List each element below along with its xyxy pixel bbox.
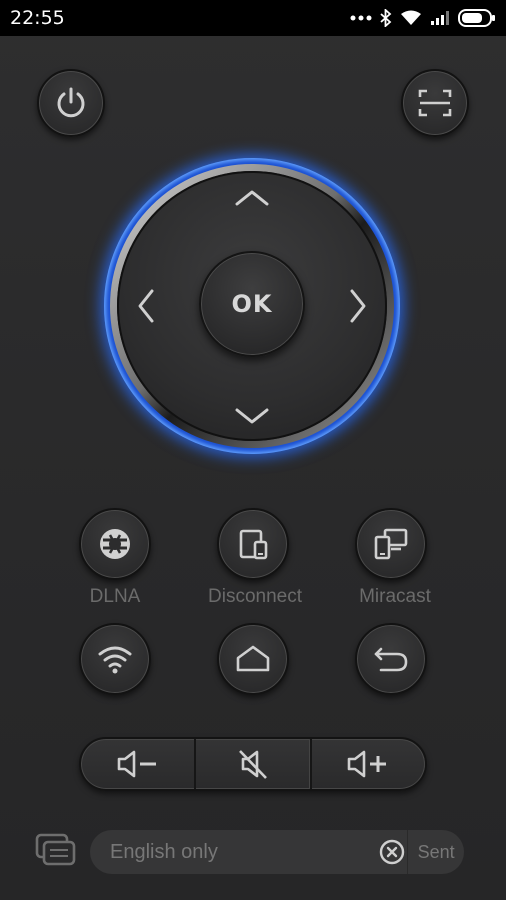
- signal-icon: [431, 11, 449, 25]
- power-button[interactable]: [37, 69, 105, 137]
- dpad-right-button[interactable]: [338, 276, 378, 336]
- text-input[interactable]: [90, 829, 377, 875]
- disconnect-icon: [239, 529, 268, 560]
- volume-up-button[interactable]: [309, 739, 425, 789]
- clear-input-button[interactable]: [377, 830, 407, 874]
- dlna-button[interactable]: [79, 508, 151, 580]
- ok-label: OK: [231, 290, 273, 318]
- wifi-status-icon: [401, 10, 421, 25]
- dlna-label: DLNA: [89, 586, 141, 607]
- back-arrow-icon: [374, 647, 408, 672]
- volume-down-icon: [117, 750, 156, 778]
- text-input-bar: Sent: [90, 829, 464, 875]
- home-button[interactable]: [217, 623, 289, 695]
- dpad-up-button[interactable]: [222, 178, 282, 218]
- home-icon: [236, 645, 270, 672]
- screenshot-button[interactable]: [401, 69, 469, 137]
- back-button[interactable]: [355, 623, 427, 695]
- scan-frame-icon: [418, 89, 452, 117]
- power-icon: [57, 87, 85, 118]
- dpad-down-button[interactable]: [222, 396, 282, 436]
- miracast-label: Miracast: [359, 586, 431, 607]
- volume-down-button[interactable]: [81, 739, 194, 789]
- miracast-button[interactable]: [355, 508, 427, 580]
- status-time: 22:55: [10, 7, 65, 29]
- battery-icon: [458, 9, 495, 27]
- more-dots-icon: [350, 15, 372, 21]
- disconnect-button[interactable]: [217, 508, 289, 580]
- send-button[interactable]: Sent: [407, 830, 464, 874]
- dpad-left-button[interactable]: [126, 276, 166, 336]
- wifi-button[interactable]: [79, 623, 151, 695]
- chevron-right-icon: [350, 289, 366, 323]
- clear-circle-icon: [379, 839, 405, 865]
- mute-icon: [239, 750, 267, 779]
- dlna-icon: [100, 529, 130, 559]
- miracast-icon: [374, 528, 408, 560]
- volume-up-icon: [348, 750, 387, 778]
- volume-control-bar: [79, 737, 427, 791]
- message-list-button[interactable]: [34, 832, 76, 873]
- disconnect-label: Disconnect: [208, 586, 302, 607]
- status-icons: [350, 9, 496, 27]
- wifi-icon: [98, 646, 132, 674]
- chat-bubbles-icon: [35, 833, 76, 866]
- bluetooth-icon: [380, 9, 392, 27]
- chevron-up-icon: [235, 190, 269, 206]
- status-bar: 22:55: [0, 0, 506, 36]
- chevron-left-icon: [138, 289, 154, 323]
- chevron-down-icon: [235, 408, 269, 424]
- mute-button[interactable]: [194, 739, 309, 789]
- ok-button[interactable]: OK: [199, 251, 305, 357]
